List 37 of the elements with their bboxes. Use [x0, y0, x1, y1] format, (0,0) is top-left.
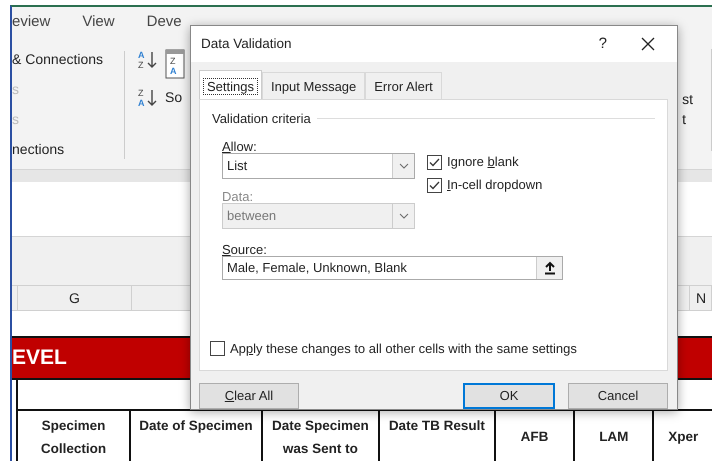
dialog-tab[interactable]: Settings [199, 70, 262, 99]
chevron-down-icon [398, 212, 408, 218]
checkbox-label[interactable]: Ignore blank [447, 152, 519, 172]
chevron-down-icon [398, 162, 408, 168]
ribbon-tab[interactable]: View [82, 10, 125, 34]
section-title: Validation criteria [212, 110, 311, 128]
checkbox[interactable] [427, 178, 442, 192]
column-header[interactable]: N [690, 286, 712, 310]
ribbon-tab[interactable]: Deve [146, 10, 192, 34]
window-title: Data Validation [201, 34, 292, 53]
ribbon-command[interactable]: st [682, 89, 693, 109]
sort-label[interactable]: So [165, 87, 185, 108]
checkbox-label[interactable]: In-cell dropdown [447, 175, 542, 195]
dialog-tab[interactable]: Error Alert [365, 72, 442, 99]
allow-dropdown[interactable]: List [222, 152, 415, 178]
field-label: Source: [222, 240, 268, 256]
ribbon-tab[interactable]: eview [12, 10, 60, 34]
column-header[interactable]: G [18, 286, 132, 310]
checkbox[interactable] [427, 154, 442, 170]
close-icon[interactable] [641, 37, 655, 51]
field-label: Allow: [222, 138, 258, 152]
dialog-button[interactable]: Cancel [568, 383, 668, 409]
ribbon-command[interactable]: t [682, 109, 693, 129]
checkbox-label[interactable]: Apply these changes to all other cells with the same settings [230, 338, 577, 358]
column-header: Specimen Collection [16, 411, 130, 461]
source-field[interactable]: Male, Female, Unknown, Blank [222, 256, 563, 280]
dialog-button[interactable]: Clear All [199, 383, 299, 409]
dialog-button[interactable]: OK [463, 383, 555, 409]
help-button[interactable]: ? [598, 32, 607, 56]
dialog-tab[interactable]: Input Message [262, 72, 366, 99]
group-label: nections [12, 141, 64, 157]
field-label: Data: [222, 188, 254, 202]
checkbox[interactable] [210, 341, 225, 356]
ribbon-command[interactable]: & Connections [12, 51, 104, 67]
collapse-icon[interactable] [544, 260, 556, 274]
banner-title: EVEL [12, 345, 67, 372]
sort-icon[interactable]: Z A [165, 49, 185, 79]
